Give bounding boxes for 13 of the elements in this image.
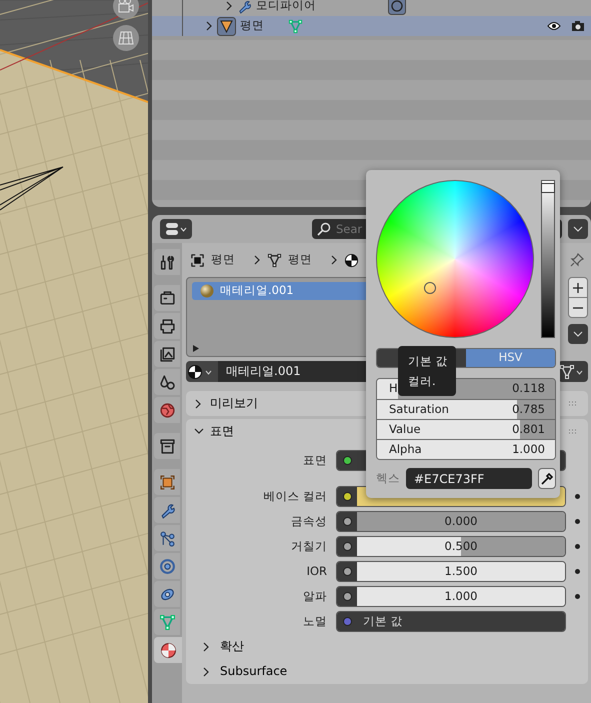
field-label: 노멀 [302, 614, 328, 628]
field-label: 거칠기 [290, 540, 328, 554]
field-label: 베이스 컬러 [262, 490, 328, 504]
outliner-label: 평면 [240, 19, 264, 33]
breadcrumb-label: 평면 [211, 253, 235, 267]
tooltip: 기본 값 컬러. [398, 346, 456, 396]
field-label: 표면 [302, 454, 328, 468]
field-label: 알파 [302, 590, 328, 604]
field-label: 금속성 [290, 514, 328, 528]
breadcrumb-label: 평면 [288, 253, 312, 267]
field-label: IOR [306, 564, 328, 578]
hex-label: 헥스 [376, 472, 400, 486]
outliner-label: 모디파이어 [256, 0, 316, 13]
